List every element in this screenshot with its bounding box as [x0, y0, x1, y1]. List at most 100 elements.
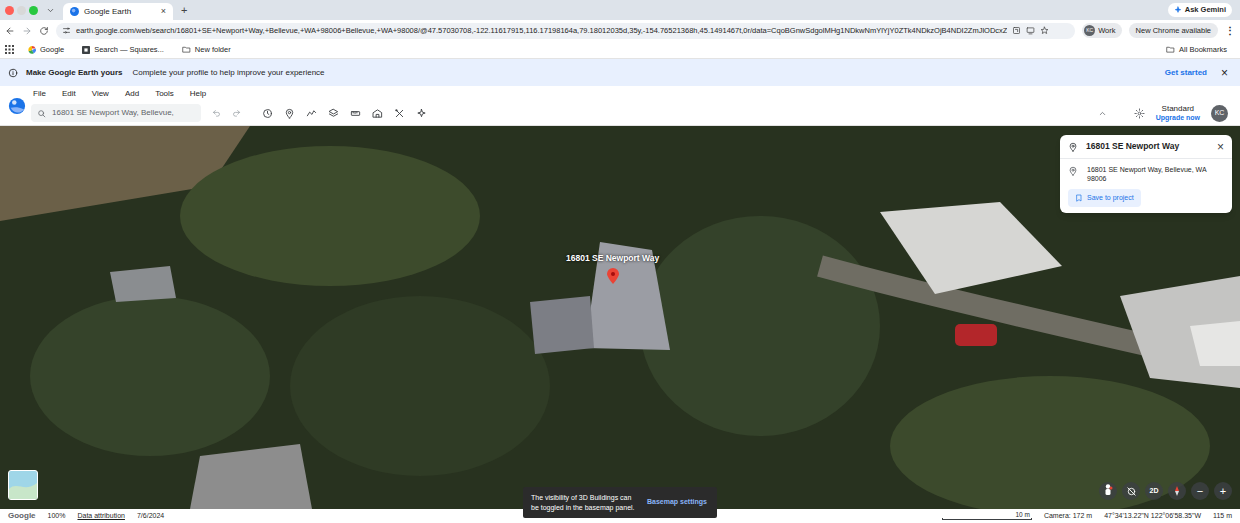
menu-bar: File Edit View Add Tools Help — [28, 86, 1240, 102]
tab-title: Google Earth — [84, 6, 156, 18]
placemark-label: 16801 SE Newport Way — [566, 252, 659, 265]
place-panel-header: 16801 SE Newport Way × — [1060, 135, 1232, 159]
all-bookmarks-button[interactable]: All Bookmarks — [1162, 44, 1231, 55]
place-panel: 16801 SE Newport Way×16801 SE Newport Wa… — [1060, 135, 1232, 213]
back-icon[interactable] — [5, 26, 15, 36]
account-avatar[interactable]: KC — [1211, 105, 1228, 122]
window-control[interactable] — [29, 6, 38, 15]
apps-grid-icon[interactable] — [5, 45, 14, 54]
tab-strip: Google Earth × — [63, 0, 173, 20]
bookmark-label: Google — [40, 44, 64, 55]
layers-icon[interactable] — [328, 108, 339, 119]
menu-item[interactable]: View — [87, 88, 114, 100]
settings-gear-icon[interactable] — [1134, 108, 1145, 119]
save-label: Save to project — [1087, 193, 1134, 204]
undo-icon[interactable] — [212, 109, 221, 118]
placemark-icon[interactable] — [284, 108, 295, 119]
2d-toggle-button[interactable]: 2D — [1145, 482, 1163, 500]
ask-gemini-label: Ask Gemini — [1185, 4, 1226, 15]
map-placemark[interactable]: 16801 SE Newport Way — [566, 252, 659, 284]
banner-close-button[interactable]: × — [1221, 67, 1228, 79]
plan-label: Standard — [1162, 105, 1194, 114]
zoom-in-button[interactable]: + — [1214, 482, 1232, 500]
browser-tab[interactable]: Google Earth × — [63, 3, 173, 20]
toast-text: The visibility of 3D Buildings can be to… — [531, 493, 637, 511]
google-logo-icon — [28, 46, 36, 54]
window-control[interactable] — [5, 6, 14, 15]
pin-icon — [1068, 166, 1078, 176]
search-box[interactable] — [31, 104, 201, 122]
imagery-date: 7/6/2024 — [137, 511, 164, 522]
scale-bar: 10 m — [942, 512, 1032, 521]
zoom-out-button[interactable]: − — [1191, 482, 1209, 500]
google-earth-logo-icon[interactable] — [8, 97, 26, 115]
basemap-thumbnail[interactable] — [8, 470, 38, 500]
bookmark-item[interactable]: Search — Squares... — [78, 44, 168, 55]
elevation: 115 m — [1213, 511, 1232, 522]
history-icon[interactable] — [262, 108, 273, 119]
header-rows: FileEditViewAddToolsHelpStandardUpgrade … — [34, 86, 1240, 125]
url-text[interactable]: earth.google.com/web/search/16801+SE+New… — [76, 25, 1007, 36]
folder-icon — [1166, 45, 1175, 54]
basemap-settings-button[interactable]: Basemap settings — [647, 497, 707, 508]
banner-title: Make Google Earth yours — [26, 67, 122, 79]
data-attribution-link[interactable]: Data attribution — [77, 511, 124, 522]
tab-search-icon[interactable] — [46, 6, 55, 15]
gemini-sparkle-icon[interactable] — [416, 108, 427, 119]
map-view[interactable]: 16801 SE Newport Way16801 SE Newport Way… — [0, 126, 1240, 509]
menu-item[interactable]: File — [28, 88, 51, 100]
search-input[interactable] — [52, 107, 195, 119]
redo-icon[interactable] — [232, 109, 241, 118]
tilt-off-icon[interactable] — [1122, 482, 1140, 500]
ruler-icon[interactable] — [350, 108, 361, 119]
place-title: 16801 SE Newport Way — [1086, 140, 1209, 153]
profile-avatar: KC — [1084, 25, 1095, 36]
bookmark-icon — [1075, 194, 1083, 202]
google-brand: Google — [8, 510, 36, 522]
address-row: 16801 SE Newport Way, Bellevue, WA 98006 — [1060, 159, 1232, 189]
save-to-project-button[interactable]: Save to project — [1068, 189, 1141, 207]
forward-icon[interactable] — [22, 26, 32, 36]
chrome-menu-button[interactable]: ⋮ — [1225, 23, 1235, 38]
search-icon — [37, 109, 46, 118]
menu-item[interactable]: Tools — [150, 88, 179, 100]
scale-line — [942, 518, 1032, 520]
menu-item[interactable]: Edit — [57, 88, 81, 100]
profile-chip[interactable]: KCWork — [1082, 23, 1121, 38]
zoom-level: 100% — [48, 511, 66, 522]
collapse-icon[interactable] — [1098, 109, 1107, 118]
reload-icon[interactable] — [39, 26, 49, 36]
tab-close-button[interactable]: × — [161, 5, 166, 19]
pegman-icon[interactable] — [1099, 482, 1117, 500]
menu-item[interactable]: Add — [120, 88, 144, 100]
tools-icon[interactable] — [394, 108, 405, 119]
app-header: File Edit View Add Tools Help StandardUpgrade … — [0, 86, 1240, 126]
info-icon — [8, 68, 18, 78]
folder-icon — [182, 45, 191, 54]
banner-text: Complete your profile to help improve yo… — [132, 67, 324, 79]
sparkle-icon — [1174, 6, 1182, 14]
url-field[interactable]: earth.google.com/web/search/16801+SE+New… — [56, 23, 1075, 39]
compass-icon[interactable] — [1168, 482, 1186, 500]
site-settings-icon — [62, 26, 71, 35]
star-icon[interactable] — [1040, 26, 1049, 35]
profile-label: Work — [1098, 25, 1115, 36]
bookmark-item[interactable]: New folder — [178, 44, 235, 55]
earth-favicon-icon — [70, 7, 79, 16]
profile-banner: Make Google Earth yours Complete your pro… — [0, 59, 1240, 86]
bookmark-item[interactable]: Google — [24, 44, 68, 55]
menu-item[interactable]: Help — [185, 88, 211, 100]
path-icon[interactable] — [306, 108, 317, 119]
squares-icon — [82, 46, 90, 54]
place-address: 16801 SE Newport Way, Bellevue, WA 98006 — [1087, 165, 1207, 184]
window-control[interactable] — [17, 6, 26, 15]
update-button[interactable]: New Chrome available — [1129, 23, 1218, 38]
projects-icon[interactable] — [372, 108, 383, 119]
plan-info: StandardUpgrade now — [1156, 105, 1200, 121]
new-tab-button[interactable]: + — [181, 2, 187, 19]
ask-gemini-button[interactable]: Ask Gemini — [1168, 3, 1232, 17]
close-panel-button[interactable]: × — [1217, 141, 1224, 153]
earth-logo — [0, 86, 34, 125]
upgrade-link[interactable]: Upgrade now — [1156, 114, 1200, 122]
get-started-link[interactable]: Get started — [1165, 67, 1207, 79]
